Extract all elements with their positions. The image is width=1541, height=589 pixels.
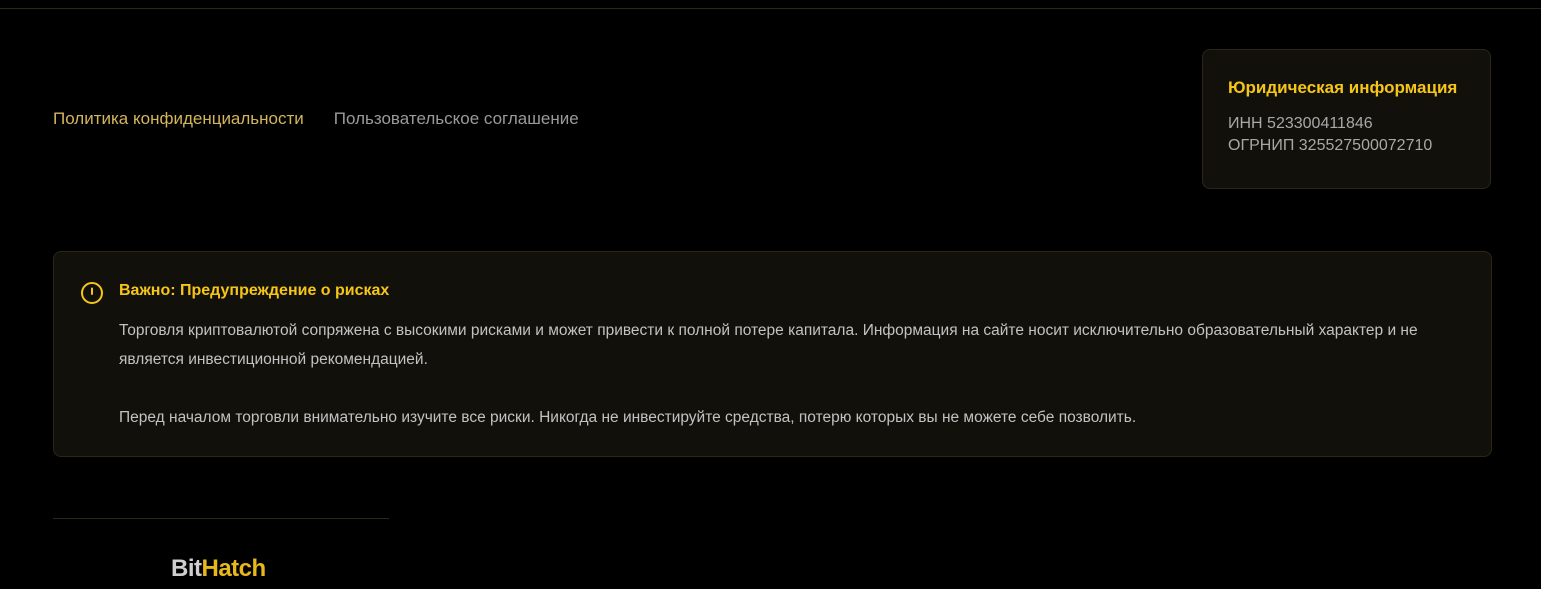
risk-warning-body: Торговля криптовалютой сопряжена с высок… xyxy=(119,316,1469,432)
footer-page: Политика конфиденциальности Пользователь… xyxy=(0,0,1541,589)
ogrnip-text: ОГРНИП 325527500072710 xyxy=(1228,137,1433,154)
logo-text-hatch: Hatch xyxy=(201,555,267,582)
bithatch-logo[interactable]: BitHatch xyxy=(171,555,266,583)
legal-info-title: Юридическая информация xyxy=(1228,78,1458,97)
privacy-policy-link[interactable]: Политика конфиденциальности xyxy=(53,109,304,129)
risk-paragraph-1: Торговля криптовалютой сопряжена с высок… xyxy=(119,322,1418,368)
user-agreement-link[interactable]: Пользовательское соглашение xyxy=(334,109,579,129)
risk-warning-title: Важно: Предупреждение о рисках xyxy=(119,282,390,299)
logo-text-bit: Bit xyxy=(171,555,202,582)
footer-links: Политика конфиденциальности Пользователь… xyxy=(53,109,579,129)
top-divider xyxy=(0,8,1541,9)
legal-info-card: Юридическая информация ИНН 523300411846 … xyxy=(1202,49,1491,189)
risk-warning-card: Важно: Предупреждение о рисках Торговля … xyxy=(53,251,1492,457)
inn-text: ИНН 523300411846 xyxy=(1228,115,1373,132)
risk-paragraph-2: Перед началом торговли внимательно изучи… xyxy=(119,409,1137,426)
bottom-divider xyxy=(53,518,389,519)
alert-circle-icon xyxy=(81,282,103,304)
